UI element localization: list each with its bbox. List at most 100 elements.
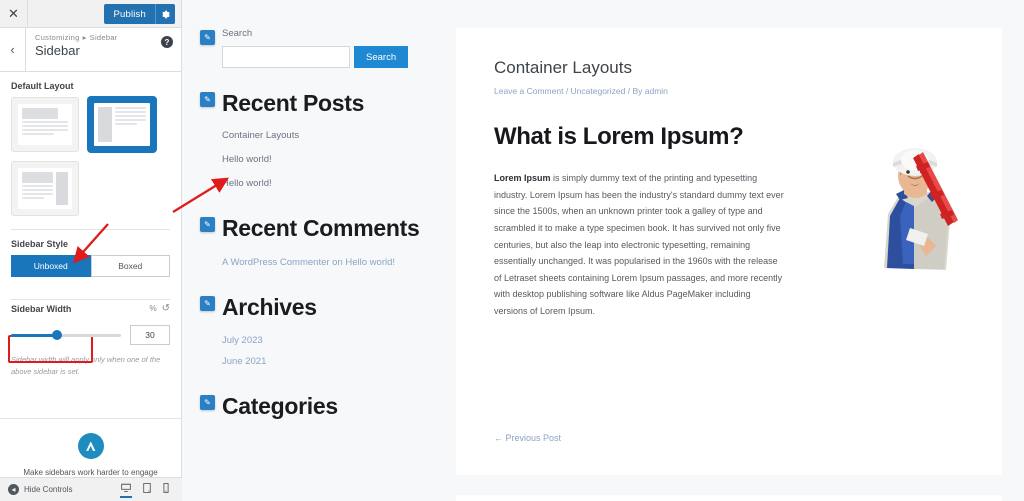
thumb-heading-block	[22, 108, 58, 119]
astra-promo-text: Make sidebars work harder to engage	[23, 468, 158, 477]
astra-glyph	[86, 441, 96, 451]
thumb-line	[22, 121, 68, 123]
preview-sidebar: ✎ Search Search ✎ Recent Posts Container…	[200, 0, 422, 441]
tablet-icon	[143, 482, 151, 493]
widget-archives: ✎ Archives July 2023 June 2021	[200, 294, 422, 367]
thumb-content	[22, 108, 68, 141]
customizer-screen: ✕ Publish ‹ Customizing ▸ Sidebar Sidebar …	[0, 0, 1024, 501]
thumb-sidebar-block	[56, 172, 68, 205]
layout-option-right-sidebar[interactable]	[11, 161, 79, 216]
previous-post-link[interactable]: ← Previous Post	[494, 433, 561, 443]
customizer-topbar: ✕ Publish	[0, 0, 181, 28]
search-input[interactable]	[222, 46, 350, 68]
meta-comment-link[interactable]: Leave a Comment	[494, 86, 563, 96]
thumb-line	[22, 193, 53, 195]
list-item: A WordPress Commenter on Hello world!	[222, 256, 422, 270]
edit-pencil-icon[interactable]: ✎	[200, 30, 215, 45]
publish-button-group[interactable]: Publish	[104, 4, 175, 24]
mobile-icon	[163, 482, 169, 493]
thumb-line	[115, 119, 146, 121]
page-title: Sidebar	[35, 43, 80, 58]
breadcrumb-separator: ▸	[82, 33, 87, 42]
desktop-icon	[121, 483, 131, 492]
widget-body: Search Search	[200, 28, 422, 68]
list-item[interactable]: Container Layouts	[222, 130, 422, 141]
widget-categories: ✎ Categories	[200, 393, 422, 419]
list-item[interactable]: July 2023	[222, 335, 422, 346]
meta-separator: /	[563, 86, 571, 96]
comment-post-link[interactable]: Hello world!	[345, 257, 395, 268]
sidebar-style-group: Unboxed Boxed	[0, 255, 181, 277]
thumb-line	[22, 129, 68, 131]
reset-icon[interactable]: ↺	[162, 303, 170, 314]
meta-author-link[interactable]: By admin	[632, 86, 667, 96]
divider	[11, 299, 170, 300]
style-button-unboxed[interactable]: Unboxed	[11, 255, 91, 277]
widget-recent-posts: ✎ Recent Posts Container Layouts Hello w…	[200, 90, 422, 189]
gear-icon[interactable]	[155, 4, 175, 24]
recent-posts-title: Recent Posts	[222, 90, 365, 116]
sidebar-width-input[interactable]: 30	[130, 325, 170, 345]
post-content-card: Container Layouts Leave a Comment / Unca…	[456, 28, 1002, 475]
breadcrumb-root[interactable]: Customizing	[35, 33, 80, 42]
unit-percent-toggle[interactable]: %	[149, 304, 156, 313]
thumb-preview	[18, 168, 72, 209]
close-icon[interactable]: ✕	[0, 0, 28, 27]
thumb-preview	[94, 103, 150, 146]
thumb-content	[115, 107, 146, 142]
gear-icon-svg	[162, 10, 170, 18]
sidebar-style-label: Sidebar Style	[11, 239, 69, 249]
thumb-line	[115, 107, 146, 109]
thumb-preview	[18, 104, 72, 145]
edit-pencil-icon[interactable]: ✎	[200, 92, 215, 107]
style-button-boxed[interactable]: Boxed	[90, 255, 170, 277]
slider-handle[interactable]	[52, 330, 63, 340]
edit-pencil-icon[interactable]: ✎	[200, 296, 215, 312]
post-body-lead: Lorem Ipsum	[494, 173, 551, 183]
thumb-line	[22, 189, 53, 191]
search-button[interactable]: Search	[354, 46, 409, 68]
list-item[interactable]: June 2021	[222, 356, 422, 367]
construction-worker-photo	[870, 136, 966, 288]
customizer-body: Default Layout Sidebar Style Unboxed Box…	[0, 72, 181, 501]
hide-controls-label: Hide Controls	[24, 485, 73, 494]
widget-body: Archives July 2023 June 2021	[200, 294, 422, 366]
publish-button[interactable]: Publish	[104, 4, 155, 24]
header-text: Customizing ▸ Sidebar Sidebar	[26, 28, 181, 71]
thumb-line	[115, 115, 146, 117]
list-item[interactable]: Hello world!	[222, 154, 422, 165]
hide-controls-button[interactable]: ◂ Hide Controls	[8, 484, 72, 495]
device-button-desktop[interactable]	[120, 482, 132, 498]
device-button-mobile[interactable]	[162, 482, 170, 498]
post-body-text: Lorem Ipsum is simply dummy text of the …	[494, 170, 786, 320]
device-preview-buttons	[120, 482, 174, 498]
comment-author-link[interactable]: A WordPress Commenter	[222, 257, 330, 268]
article-body: What is Lorem Ipsum? Lorem Ipsum is simp…	[494, 122, 966, 320]
archives-title: Archives	[222, 294, 317, 321]
slider-fill	[11, 333, 58, 337]
edit-pencil-icon[interactable]: ✎	[200, 394, 215, 410]
edit-pencil-icon[interactable]: ✎	[200, 217, 215, 233]
categories-title: Categories	[222, 392, 338, 419]
widget-body: Recent Posts Container Layouts Hello wor…	[200, 90, 422, 189]
device-button-tablet[interactable]	[142, 482, 152, 498]
meta-category-link[interactable]: Uncategorized	[571, 86, 626, 96]
customizer-header: ‹ Customizing ▸ Sidebar Sidebar ?	[0, 28, 181, 72]
post-meta: Leave a Comment / Uncategorized / By adm…	[494, 86, 964, 96]
layout-option-no-sidebar[interactable]	[11, 97, 79, 152]
post-title: Container Layouts	[494, 58, 632, 77]
search-widget-label: Search	[222, 28, 253, 39]
chevron-left-icon[interactable]: ‹	[0, 28, 26, 71]
sidebar-width-slider[interactable]	[11, 330, 121, 340]
layout-option-left-sidebar[interactable]	[88, 97, 156, 152]
customizer-footer: ◂ Hide Controls	[0, 477, 182, 501]
sidebar-width-note: Sidebar width will apply only when one o…	[11, 355, 161, 376]
help-icon[interactable]: ?	[161, 36, 173, 48]
list-item[interactable]: Hello world!	[222, 178, 422, 189]
breadcrumb-current: Sidebar	[89, 33, 118, 42]
default-layout-label: Default Layout	[11, 81, 74, 91]
thumb-content	[22, 172, 53, 205]
thumb-line	[115, 111, 146, 113]
post-heading: What is Lorem Ipsum?	[494, 123, 744, 150]
layout-option-grid	[0, 97, 181, 216]
